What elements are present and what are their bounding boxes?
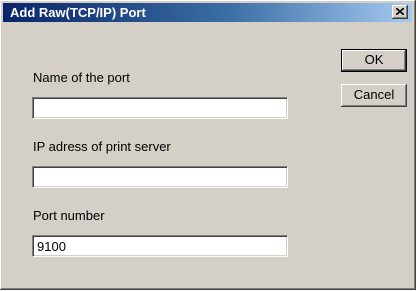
cancel-button[interactable]: Cancel <box>341 84 407 107</box>
ip-address-label: IP adress of print server <box>33 139 171 154</box>
port-name-label: Name of the port <box>33 70 130 85</box>
window-title: Add Raw(TCP/IP) Port <box>10 5 146 20</box>
ok-button[interactable]: OK <box>341 49 407 72</box>
add-raw-port-dialog: Add Raw(TCP/IP) Port Name of the port IP… <box>0 0 416 290</box>
port-number-label: Port number <box>33 208 105 223</box>
port-number-field[interactable]: 9100 <box>32 235 288 257</box>
ip-address-field[interactable] <box>32 166 288 188</box>
title-bar[interactable]: Add Raw(TCP/IP) Port <box>3 3 412 22</box>
close-icon <box>396 8 404 15</box>
port-name-field[interactable] <box>32 97 288 119</box>
close-button[interactable] <box>392 5 408 19</box>
